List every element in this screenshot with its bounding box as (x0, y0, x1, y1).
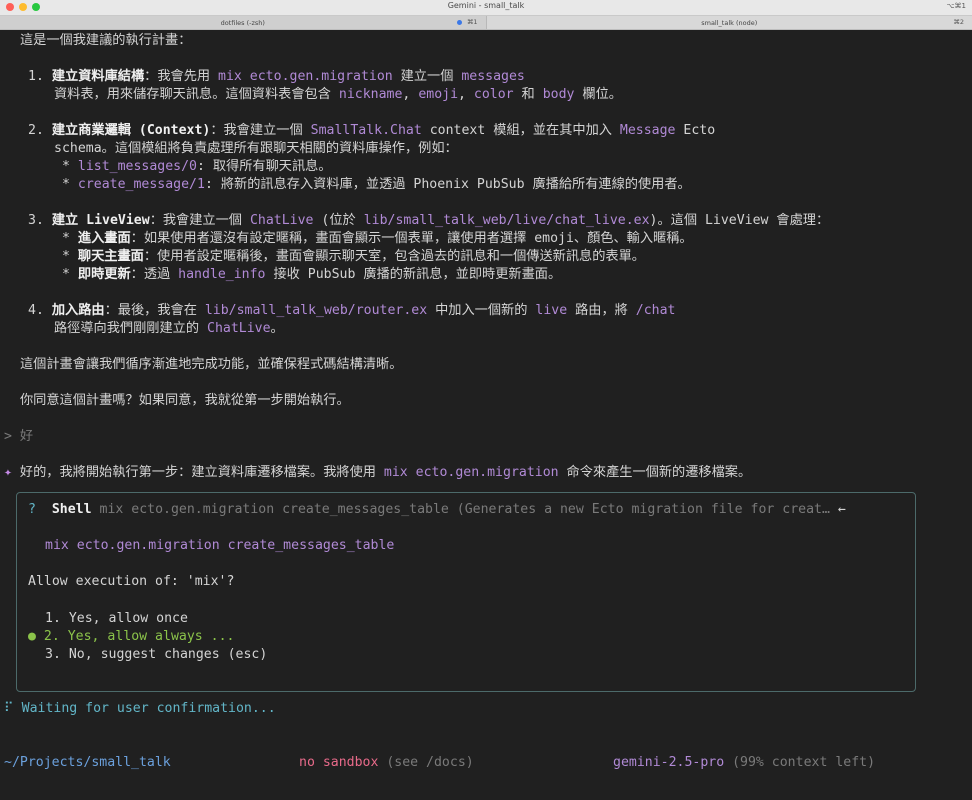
plan-step-3-item-3: * 即時更新：透過 handle_info 接收 PubSub 廣播的新訊息，並… (62, 267, 562, 282)
tab-label: dotfiles (-zsh) (220, 18, 265, 27)
tab-dotfiles[interactable]: dotfiles (-zsh) ⌘1 (0, 16, 487, 29)
tab-label: small_talk (node) (701, 18, 758, 27)
plan-step-4-cont: 路徑導向我們剛剛建立的 ChatLive。 (54, 321, 284, 336)
activity-dot-icon (456, 20, 462, 25)
tool-description: mix ecto.gen.migration create_messages_t… (99, 502, 830, 517)
terminal-output: 這是一個我建議的執行計畫： 1. 建立資料庫結構：我會先用 mix ecto.g… (0, 30, 972, 800)
plan-step-1-cont: 資料表，用來儲存聊天訊息。這個資料表會包含 nickname, emoji, c… (54, 87, 622, 102)
plan-intro: 這是一個我建議的執行計畫： (20, 33, 192, 48)
gemini-spark-icon: ✦ (4, 465, 12, 480)
tool-name: Shell (51, 502, 92, 517)
allow-prompt: Allow execution of: 'mix'? (28, 574, 235, 589)
tool-header: ? Shell mix ecto.gen.migration create_me… (28, 501, 846, 519)
plan-step-3: 3. 建立 LiveView：我會建立一個 ChatLive (位於 lib/s… (28, 213, 830, 228)
plan-step-2: 2. 建立商業邏輯 (Context)：我會建立一個 SmallTalk.Cha… (28, 123, 716, 138)
plan-step-2-item-1: * list_messages/0: 取得所有聊天訊息。 (62, 159, 332, 174)
selected-dot-icon: ● (28, 629, 36, 644)
plan-outro-1: 這個計畫會讓我們循序漸進地完成功能，並確保程式碼結構清晰。 (20, 357, 403, 372)
question-icon: ? (28, 502, 36, 517)
waiting-status: ⠏ Waiting for user confirmation... (4, 701, 276, 716)
back-arrow-icon: ← (837, 502, 846, 517)
assistant-reply: ✦ 好的，我將開始執行第一步：建立資料庫遷移檔案。我將使用 mix ecto.g… (4, 465, 752, 480)
window-shortcut: ⌥⌘1 (946, 2, 966, 10)
tab-small-talk[interactable]: small_talk (node) ⌘2 (487, 16, 972, 29)
plan-step-2-cont: schema。這個模組將負責處理所有跟聊天相關的資料庫操作，例如： (54, 141, 458, 156)
plan-step-1: 1. 建立資料庫結構：我會先用 mix ecto.gen.migration 建… (28, 69, 525, 84)
plan-step-3-item-2: * 聊天主畫面：使用者設定暱稱後，畫面會顯示聊天室，包含過去的訊息和一個傳送新訊… (62, 249, 645, 264)
option-allow-once[interactable]: 1. Yes, allow once (45, 610, 188, 628)
plan-step-4: 4. 加入路由：最後，我會在 lib/small_talk_web/router… (28, 303, 676, 318)
plan-step-2-item-2: * create_message/1: 將新的訊息存入資料庫，並透過 Phoen… (62, 177, 691, 192)
model-status: gemini-2.5-pro (99% context left) (613, 755, 876, 770)
plan-step-3-item-1: * 進入畫面：如果使用者還沒有設定暱稱，畫面會顯示一個表單，讓使用者選擇 emo… (62, 231, 693, 246)
window-title: Gemini - small_talk (447, 1, 525, 10)
spinner-icon: ⠏ (4, 701, 14, 716)
tool-command: mix ecto.gen.migration create_messages_t… (45, 538, 395, 553)
tab-bar: dotfiles (-zsh) ⌘1 small_talk (node) ⌘2 (0, 16, 972, 30)
user-message: > 好 (4, 429, 34, 444)
option-suggest-changes[interactable]: 3. No, suggest changes (esc) (45, 646, 267, 664)
cwd-path: ~/Projects/small_talk (4, 755, 171, 770)
title-bar: Gemini - small_talk ⌥⌘1 (0, 0, 972, 16)
prompt-chevron-icon: > (4, 429, 12, 444)
tab-shortcut: ⌘1 (466, 18, 478, 26)
terminal-window: Gemini - small_talk ⌥⌘1 dotfiles (-zsh) … (0, 0, 972, 800)
option-allow-always[interactable]: ● 2. Yes, allow always ... (28, 628, 234, 646)
plan-outro-2: 你同意這個計畫嗎？如果同意，我就從第一步開始執行。 (20, 393, 350, 408)
sandbox-status: no sandbox (see /docs) (299, 755, 474, 770)
tab-shortcut: ⌘2 (953, 18, 964, 26)
